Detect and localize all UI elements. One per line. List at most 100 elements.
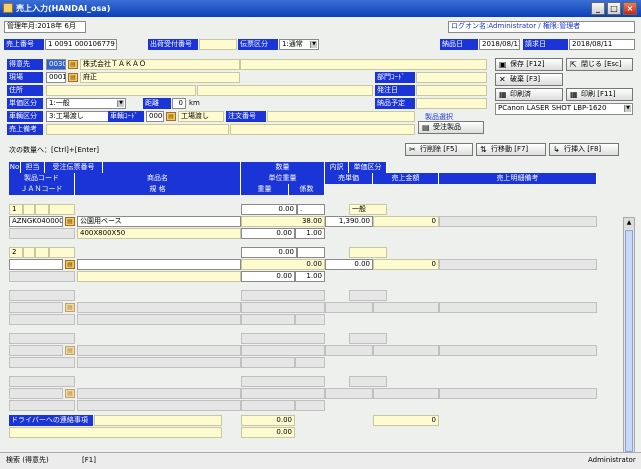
insert-row-button[interactable]: ↳ 行挿入 [F8] [549,143,619,156]
row-weight-field[interactable]: 0.00 [241,228,295,239]
col-price-kubun: 単価区分 [349,162,387,173]
row-amount-field: 0 [373,216,439,227]
row-no: 2 [9,247,23,258]
remarks-field-1[interactable] [46,124,229,135]
row-no: 1 [9,204,23,215]
chevron-down-icon: ▼ [117,100,124,107]
discard-button[interactable]: ✕ 破棄 [F3] [495,73,563,86]
folder-search-icon[interactable]: ▤ [65,260,75,269]
delivery-plan-field[interactable] [416,98,487,109]
driver-notes-field-1[interactable] [94,415,222,426]
scroll-thumb[interactable] [625,230,633,452]
price-kubun-select[interactable]: 1:一般 ▼ [46,98,126,109]
row-person-field[interactable] [23,247,35,258]
folder-search-icon[interactable]: ▤ [68,60,78,69]
customer-extra-field[interactable] [240,59,487,70]
status-bar: 検索 (得意先) [F1] Administrator [0,452,641,469]
row-breakdown-field[interactable]: . [297,204,325,215]
driver-notes-field-2[interactable] [9,427,222,438]
folder-search-icon[interactable]: ▤ [166,112,176,121]
row-qty-field[interactable]: 0.00 [241,204,297,215]
printed-button[interactable]: ▦ 印刷済 [495,88,563,101]
col-product-code: 製品コード [9,173,75,184]
row-remarks-field[interactable] [439,216,597,227]
order-no-field[interactable] [199,39,237,50]
row-product-code-field[interactable] [9,259,63,270]
window-title: 売上入力(HANDAI_osa) [16,4,111,13]
folder-search-icon[interactable]: ▤ [65,217,75,226]
door-exit-icon: ⇱ [570,60,577,69]
chevron-down-icon: ▼ [310,41,317,48]
delivery-date-field[interactable]: 2018/08/11 [479,39,520,50]
row-price-kubun-field[interactable]: 一般 [349,204,387,215]
row-coef-field[interactable]: 1.00 [295,228,325,239]
floppy-disk-icon: ▣ [499,60,507,69]
bill-date-field[interactable]: 2018/08/11 [569,39,635,50]
row-unit-weight-field[interactable]: 0.00 [241,259,325,270]
order-date-field[interactable] [416,85,487,96]
minimize-button[interactable]: _ [591,2,605,15]
printer-select[interactable]: PCanon LASER SHOT LBP-1620 ▼ [495,103,633,115]
row-product-code-field[interactable]: AZNGK04000000 [9,216,63,227]
scroll-up-arrow-icon[interactable]: ▲ [624,218,634,229]
row-unit-weight-field[interactable]: 38.00 [241,216,325,227]
total-amount: 0 [373,415,439,426]
row-remarks-field[interactable] [439,259,597,270]
vehicle-code-field[interactable]: 0000 [146,111,164,122]
row-breakdown-field[interactable] [297,247,325,258]
address-label: 住所 [7,85,43,96]
row-order-field[interactable] [49,204,75,215]
row-jan-field[interactable] [9,271,75,282]
site-name-field[interactable]: 府正 [80,72,240,83]
folder-search-icon: ▤ [65,303,75,312]
col-jan-code: ＪＡＮコード [9,184,75,195]
row-unit-price-field[interactable]: 0.00 [325,259,373,270]
distance-field[interactable]: 0 [172,98,186,109]
order-product-button[interactable]: ▤ 受注製品 [418,121,484,134]
vehicle-name-field[interactable]: 工場渡し [178,111,224,122]
customer-name-field[interactable]: 株式会社ＴＡＫＡＯ [80,59,240,70]
col-breakdown: 内訳 [325,162,349,173]
site-code-field[interactable]: 0001 [46,72,66,83]
row-coef-field[interactable]: 1.00 [295,271,325,282]
move-row-button[interactable]: ⇅ 行移動 [F7] [476,143,546,156]
delete-row-button[interactable]: ✂ 行削除 [F5] [405,143,473,156]
row-price-kubun-field[interactable] [349,247,387,258]
row-product-name-field[interactable] [77,259,241,270]
order-number-field[interactable] [267,111,415,122]
save-button[interactable]: ▣ 保存 [F12] [495,58,563,71]
print-button[interactable]: ▦ 印刷 [F11] [566,88,633,101]
row-person-name[interactable] [35,204,49,215]
close-button[interactable]: ⇱ 閉じる [Esc] [566,58,633,71]
remarks-label: 売上備考 [7,124,43,135]
row-person-field[interactable] [23,204,35,215]
total-weight: 0.00 [241,427,295,438]
address-field-2[interactable] [197,85,373,96]
customer-code-field[interactable]: 0030 [46,59,66,70]
row-product-name-field[interactable]: 公園用ベース [77,216,241,227]
slip-kubun-select[interactable]: 1:通常 ▼ [279,39,319,50]
col-person: 担当 [21,162,45,173]
row-qty-field[interactable]: 0.00 [241,247,297,258]
row-weight-field[interactable]: 0.00 [241,271,295,282]
grid-scrollbar[interactable]: ▲ ▼ [623,217,635,465]
app-icon [3,3,13,13]
close-window-button[interactable]: × [623,2,637,15]
row-unit-price-field[interactable]: 1,390.00 [325,216,373,227]
folder-search-icon[interactable]: ▤ [68,73,78,82]
printer-icon: ▦ [570,90,578,99]
row-person-name[interactable] [35,247,49,258]
bill-date-label: 請求日 [523,39,568,50]
row-jan-field[interactable] [9,228,75,239]
login-info: ログオン名:Administrator / 権限:管理者 [448,21,635,33]
remarks-field-2[interactable] [230,124,415,135]
dept-code-field[interactable] [416,72,487,83]
x-mark-icon: ✕ [499,75,506,84]
sales-no-label: 売上番号 [4,39,44,50]
row-order-field[interactable] [49,247,75,258]
vehicle-code-label: 車輌ｺｰﾄﾞ [108,111,144,122]
maximize-button[interactable]: □ [607,2,621,15]
delivery-date-label: 納品日 [440,39,478,50]
sales-no-field[interactable]: 1 0091 000106779 [45,39,117,50]
address-field-1[interactable] [46,85,196,96]
